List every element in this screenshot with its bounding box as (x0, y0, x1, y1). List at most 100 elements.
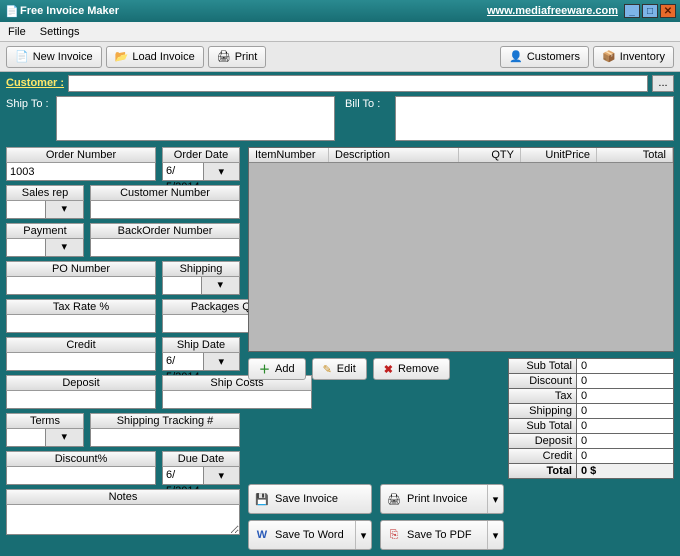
due-date-picker[interactable]: 6/ 5/2014▾ (162, 467, 240, 485)
customer-input[interactable] (68, 75, 648, 92)
subtotal2-label: Sub Total (509, 419, 577, 433)
credit-input[interactable] (6, 353, 156, 371)
subtotal-label: Sub Total (509, 359, 577, 373)
subtotal2-value: 0 (577, 419, 673, 433)
calendar-icon[interactable]: ▾ (203, 353, 239, 370)
order-number-input[interactable] (6, 163, 156, 181)
add-label: Add (275, 363, 295, 375)
tax-total-label: Tax (509, 389, 577, 403)
save-word-button[interactable]: WSave To Word▾ (248, 520, 372, 550)
tax-rate-input[interactable] (6, 315, 156, 333)
print-invoice-label: Print Invoice (407, 493, 487, 505)
calendar-icon[interactable]: ▾ (203, 163, 239, 180)
edit-button[interactable]: ✎Edit (312, 358, 367, 380)
new-invoice-label: New Invoice (33, 51, 93, 63)
shipping-method-label: Shipping Method (162, 261, 240, 277)
terms-select[interactable]: ▾ (6, 429, 84, 447)
plus-icon: ＋ (259, 361, 270, 377)
ship-date-value: 6/ 5/2014 (163, 353, 203, 370)
chevron-down-icon: ▾ (45, 429, 84, 446)
customer-number-input[interactable] (90, 201, 240, 219)
remove-button[interactable]: ✖ Remove (373, 358, 450, 380)
col-total[interactable]: Total (597, 148, 673, 162)
menu-settings[interactable]: Settings (40, 26, 80, 38)
inventory-button[interactable]: 📦Inventory (593, 46, 674, 68)
deposit-total-label: Deposit (509, 434, 577, 448)
customers-label: Customers (527, 51, 580, 63)
toolbar: 📄New Invoice 📂Load Invoice 🖨Print 👤 Custo… (0, 42, 680, 72)
inventory-label: Inventory (620, 51, 665, 63)
disk-icon: 💾 (249, 493, 275, 506)
shipping-total-label: Shipping (509, 404, 577, 418)
order-date-value: 6/ 5/2014 (163, 163, 203, 180)
chevron-down-icon[interactable]: ▾ (487, 521, 503, 549)
discount-input[interactable] (6, 467, 156, 485)
due-date-label: Due Date (162, 451, 240, 467)
chevron-down-icon[interactable]: ▾ (487, 485, 503, 513)
sales-rep-select[interactable]: ▾ (6, 201, 84, 219)
tracking-input[interactable] (90, 429, 240, 447)
ship-date-picker[interactable]: 6/ 5/2014▾ (162, 353, 240, 371)
customers-button[interactable]: 👤 Customers (500, 46, 589, 68)
col-unitprice[interactable]: UnitPrice (521, 148, 597, 162)
save-pdf-button[interactable]: ⎘Save To PDF▾ (380, 520, 504, 550)
ship-date-label: Ship Date (162, 337, 240, 353)
totals-panel: Sub Total0 Discount0 Tax0 Shipping0 Sub … (508, 358, 674, 478)
minimize-button[interactable]: _ (624, 4, 640, 18)
folder-icon: 📂 (115, 50, 129, 63)
user-icon: 👤 (509, 50, 523, 63)
address-row: Ship To : Bill To : (0, 94, 680, 143)
order-date-label: Order Date (162, 147, 240, 163)
total-value: 0 $ (577, 464, 673, 478)
po-number-label: PO Number (6, 261, 156, 277)
deposit-input[interactable] (6, 391, 156, 409)
maximize-button[interactable]: □ (642, 4, 658, 18)
discount-label: Discount% (6, 451, 156, 467)
remove-label: Remove (398, 363, 439, 375)
save-pdf-label: Save To PDF (407, 529, 487, 541)
notes-label: Notes (6, 489, 240, 505)
deposit-label: Deposit (6, 375, 156, 391)
app-icon: 📄 (4, 5, 20, 18)
x-icon: ✖ (384, 363, 393, 376)
shipping-method-select[interactable]: ▾ (162, 277, 240, 295)
col-qty[interactable]: QTY (459, 148, 521, 162)
col-description[interactable]: Description (329, 148, 459, 162)
close-button[interactable]: ✕ (660, 4, 676, 18)
due-date-value: 6/ 5/2014 (163, 467, 203, 484)
edit-label: Edit (337, 363, 356, 375)
window-url[interactable]: www.mediafreeware.com (487, 5, 618, 17)
shipto-textarea[interactable] (56, 96, 335, 141)
backorder-number-input[interactable] (90, 239, 240, 257)
billto-textarea[interactable] (395, 96, 674, 141)
menu-file[interactable]: File (8, 26, 26, 38)
shipping-total-value: 0 (577, 404, 673, 418)
col-itemnumber[interactable]: ItemNumber (249, 148, 329, 162)
window-title: Free Invoice Maker (20, 5, 487, 17)
load-invoice-button[interactable]: 📂Load Invoice (106, 46, 204, 68)
chevron-down-icon: ▾ (45, 201, 84, 218)
po-number-input[interactable] (6, 277, 156, 295)
calendar-icon[interactable]: ▾ (203, 467, 239, 484)
fields-panel: Order Number Order Date 6/ 5/2014▾ Sales… (6, 147, 240, 550)
print-button[interactable]: 🖨Print (208, 46, 267, 68)
menubar: File Settings (0, 22, 680, 42)
printer-icon: 🖨 (217, 50, 231, 63)
save-invoice-button[interactable]: 💾Save Invoice (248, 484, 372, 514)
order-date-picker[interactable]: 6/ 5/2014▾ (162, 163, 240, 181)
total-label: Total (509, 464, 577, 478)
print-invoice-button[interactable]: 🖨Print Invoice▾ (380, 484, 504, 514)
titlebar: 📄 Free Invoice Maker www.mediafreeware.c… (0, 0, 680, 22)
notes-textarea[interactable] (6, 505, 240, 535)
credit-total-value: 0 (577, 449, 673, 463)
backorder-number-label: BackOrder Number (90, 223, 240, 239)
items-grid[interactable]: ItemNumber Description QTY UnitPrice Tot… (248, 147, 674, 352)
chevron-down-icon[interactable]: ▾ (355, 521, 371, 549)
payment-method-select[interactable]: ▾ (6, 239, 84, 257)
sales-rep-label: Sales rep (6, 185, 84, 201)
customer-lookup-button[interactable]: ... (652, 75, 674, 92)
new-invoice-button[interactable]: 📄New Invoice (6, 46, 102, 68)
customer-label[interactable]: Customer : (6, 77, 64, 89)
add-button[interactable]: ＋ Add (248, 358, 306, 380)
pdf-icon: ⎘ (381, 529, 407, 542)
